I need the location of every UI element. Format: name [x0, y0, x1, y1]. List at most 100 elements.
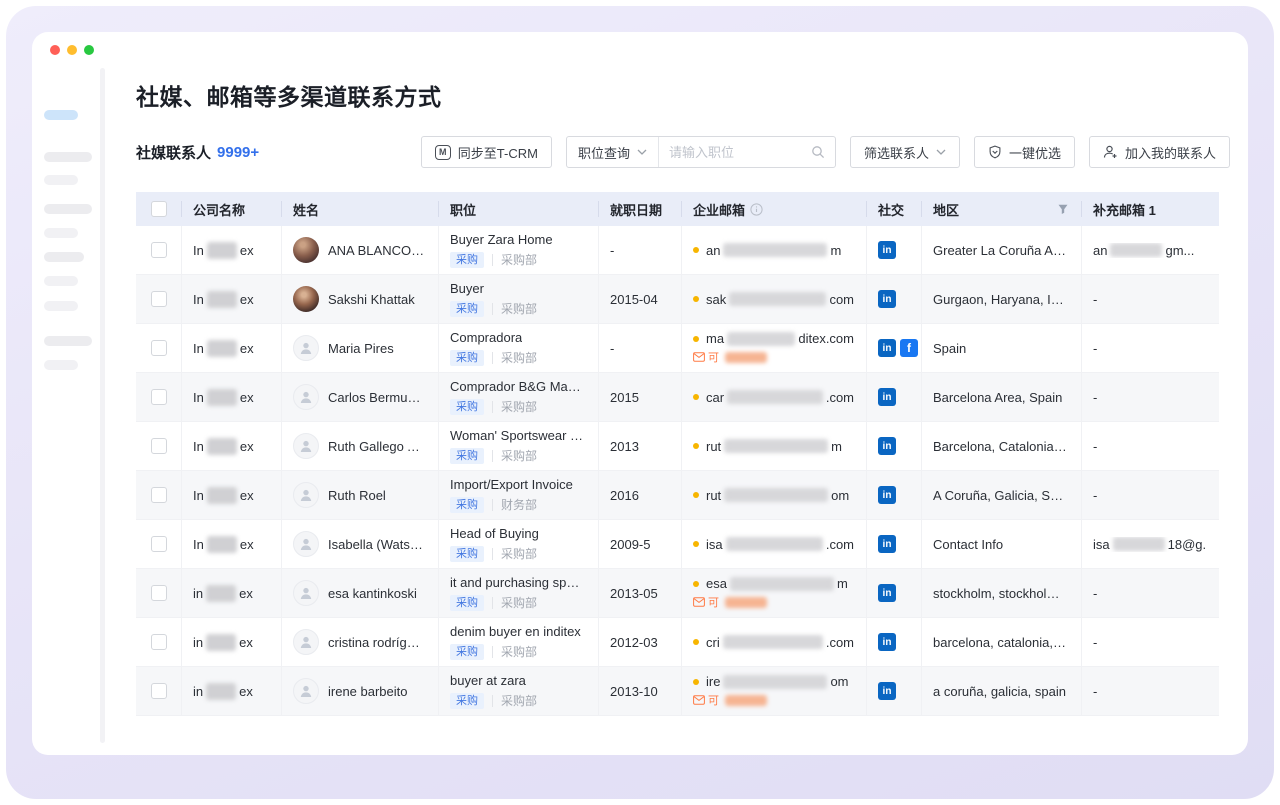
row-checkbox[interactable]	[151, 438, 167, 454]
generic-avatar	[293, 629, 319, 655]
sidebar-item[interactable]	[44, 336, 92, 346]
linkedin-icon[interactable]: in	[878, 682, 896, 700]
table-header-row: 公司名称姓名职位就职日期企业邮箱社交地区补充邮箱 1	[136, 192, 1219, 226]
column-header-region[interactable]: 地区	[921, 192, 1081, 226]
sync-to-crm-button[interactable]: M 同步至T-CRM	[421, 136, 552, 168]
company-cell: Inex	[181, 226, 281, 274]
filter-funnel-icon[interactable]	[1057, 203, 1069, 215]
linkedin-icon[interactable]: in	[878, 535, 896, 553]
start-date-cell: -	[598, 226, 681, 274]
linkedin-icon[interactable]: in	[878, 486, 896, 504]
linkedin-icon[interactable]: in	[878, 388, 896, 406]
person-icon	[299, 537, 313, 551]
sidebar-item-active[interactable]	[44, 110, 78, 120]
info-icon[interactable]	[750, 203, 763, 216]
minimize-window-icon[interactable]	[67, 45, 77, 55]
person-icon	[299, 390, 313, 404]
sidebar-item[interactable]	[44, 276, 78, 286]
start-date-cell: 2016	[598, 471, 681, 519]
start-date-cell: 2013	[598, 422, 681, 470]
redacted-text	[723, 635, 823, 649]
company-cell: inex	[181, 667, 281, 715]
close-window-icon[interactable]	[50, 45, 60, 55]
linkedin-icon[interactable]: in	[878, 633, 896, 651]
redacted-text	[725, 352, 767, 363]
linkedin-icon[interactable]: in	[878, 241, 896, 259]
column-header-date[interactable]: 就职日期	[598, 192, 681, 226]
position-search-input[interactable]	[659, 145, 811, 160]
region-text: Contact Info	[933, 537, 1003, 552]
linkedin-icon[interactable]: in	[878, 290, 896, 308]
column-header-extra[interactable]: 补充邮箱 1	[1081, 192, 1219, 226]
one-click-optimize-button[interactable]: 一键优选	[974, 136, 1075, 168]
row-checkbox[interactable]	[151, 683, 167, 699]
redacted-text	[206, 634, 236, 651]
linkedin-icon[interactable]: in	[878, 584, 896, 602]
generic-avatar	[293, 482, 319, 508]
redacted-text	[725, 597, 767, 608]
person-icon	[299, 635, 313, 649]
row-checkbox[interactable]	[151, 487, 167, 503]
row-checkbox[interactable]	[151, 291, 167, 307]
social-cell: in	[866, 618, 921, 666]
row-checkbox[interactable]	[151, 340, 167, 356]
redacted-text	[725, 695, 767, 706]
sidebar-item[interactable]	[44, 360, 78, 370]
linkedin-icon[interactable]: in	[878, 437, 896, 455]
decorative-frame: 社媒、邮箱等多渠道联系方式 社媒联系人 9999+ M 同步至T-CRM 职位查…	[6, 6, 1274, 799]
sidebar-item[interactable]	[44, 228, 78, 238]
extra-email-cell: isa18@g...	[1081, 520, 1219, 568]
row-select-cell	[136, 226, 181, 274]
email-status-dot	[693, 581, 699, 587]
row-checkbox[interactable]	[151, 389, 167, 405]
sidebar-item[interactable]	[44, 175, 78, 185]
position-cell: Compradora 采购采购部	[438, 324, 598, 372]
column-header-company[interactable]: 公司名称	[181, 192, 281, 226]
sidebar-item[interactable]	[44, 152, 92, 162]
contact-count-link[interactable]: 9999+	[217, 144, 259, 161]
position-title: Head of Buying	[450, 526, 539, 541]
position-cell: Comprador B&G Massi... 采购采购部	[438, 373, 598, 421]
email-cell: rutom	[681, 471, 866, 519]
social-cell: in	[866, 422, 921, 470]
row-select-cell	[136, 422, 181, 470]
generic-avatar	[293, 678, 319, 704]
column-header-position[interactable]: 职位	[438, 192, 598, 226]
sidebar-item[interactable]	[44, 252, 84, 262]
page-background: 社媒、邮箱等多渠道联系方式 社媒联系人 9999+ M 同步至T-CRM 职位查…	[0, 0, 1280, 805]
position-title: buyer at zara	[450, 673, 526, 688]
page-title: 社媒、邮箱等多渠道联系方式	[136, 78, 1230, 112]
column-header-select	[136, 192, 181, 226]
facebook-icon[interactable]: f	[900, 339, 918, 357]
position-title: Buyer	[450, 281, 484, 296]
row-checkbox[interactable]	[151, 585, 167, 601]
sidebar-item[interactable]	[44, 301, 78, 311]
email-cell: rutm	[681, 422, 866, 470]
row-checkbox[interactable]	[151, 242, 167, 258]
extra-email: -	[1093, 390, 1097, 405]
filter-contacts-button[interactable]: 筛选联系人	[850, 136, 960, 168]
linkedin-icon[interactable]: in	[878, 339, 896, 357]
maximize-window-icon[interactable]	[84, 45, 94, 55]
column-header-name[interactable]: 姓名	[281, 192, 438, 226]
email-status-dot	[693, 639, 699, 645]
extra-email: -	[1093, 341, 1097, 356]
email-status-dot	[693, 541, 699, 547]
sidebar-item[interactable]	[44, 204, 92, 214]
column-header-email[interactable]: 企业邮箱	[681, 192, 866, 226]
add-to-my-contacts-button[interactable]: 加入我的联系人	[1089, 136, 1230, 168]
contact-name: Isabella (Watson) L...	[328, 537, 426, 552]
company-name: Inex	[193, 438, 254, 455]
company-cell: Inex	[181, 422, 281, 470]
position-query-dropdown[interactable]: 职位查询	[567, 137, 659, 167]
start-date-cell: 2012-03	[598, 618, 681, 666]
select-all-checkbox[interactable]	[151, 201, 167, 217]
name-cell: irene barbeito	[281, 667, 438, 715]
row-checkbox[interactable]	[151, 536, 167, 552]
table-row: Inex Sakshi Khattak Buyer 采购采购部 2015-04 …	[136, 275, 1219, 324]
region-text: A Coruña, Galicia, Spain	[933, 488, 1069, 503]
region-text: Greater La Coruña Area	[933, 243, 1069, 258]
column-header-social[interactable]: 社交	[866, 192, 921, 226]
row-checkbox[interactable]	[151, 634, 167, 650]
search-icon[interactable]	[811, 145, 825, 159]
